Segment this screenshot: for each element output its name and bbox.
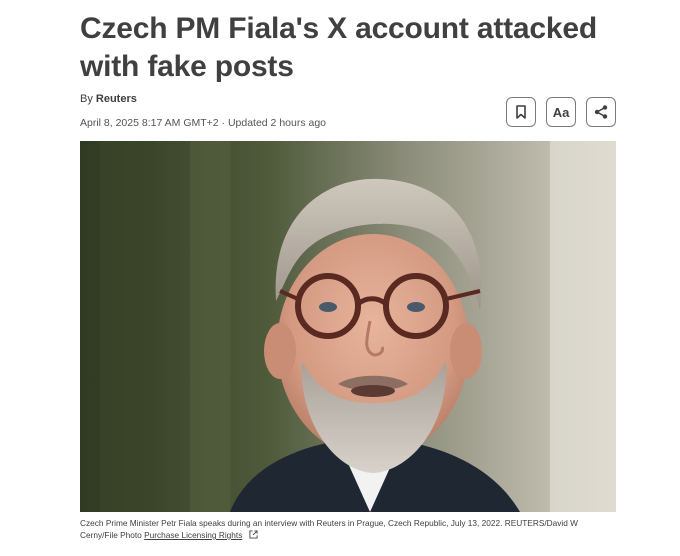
share-icon	[594, 105, 608, 119]
byline: By Reuters	[80, 93, 137, 105]
share-button[interactable]	[586, 97, 616, 127]
photo-caption: Czech Prime Minister Petr Fiala speaks d…	[80, 517, 616, 541]
external-link-icon	[249, 530, 258, 539]
bookmark-icon	[516, 105, 526, 119]
bookmark-button[interactable]	[506, 97, 536, 127]
text-size-icon: Aa	[552, 104, 570, 120]
author-link[interactable]: Reuters	[96, 93, 137, 105]
dateline: April 8, 2025 8:17 AM GMT+2 · Updated 2 …	[80, 117, 327, 129]
purchase-licensing-link[interactable]: Purchase Licensing Rights	[144, 530, 242, 540]
article-tools: Aa	[506, 97, 616, 127]
article: Czech PM Fiala's X account attacked with…	[80, 0, 616, 540]
text-size-button[interactable]: Aa	[546, 97, 576, 127]
article-photo	[80, 141, 616, 512]
headline: Czech PM Fiala's X account attacked with…	[80, 12, 597, 83]
byline-prefix: By	[80, 93, 93, 105]
